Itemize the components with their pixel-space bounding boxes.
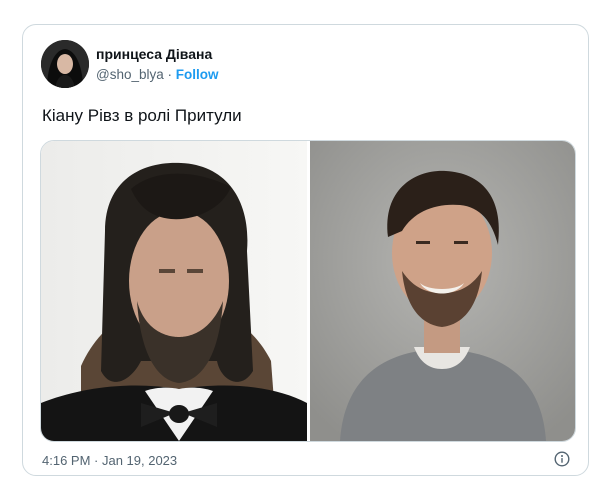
author-handle-line: @sho_blya · Follow [96,67,219,82]
author-display-name[interactable]: принцеса Дівана [96,46,212,62]
info-icon-svg [554,451,570,467]
tweet-timestamp[interactable]: 4:16 PM · Jan 19, 2023 [42,453,177,468]
handle-separator: · [163,67,176,82]
photo-left[interactable] [41,141,307,441]
author-avatar[interactable] [41,40,89,88]
photo-right[interactable] [310,141,575,441]
tweet-text: Кіану Рівз в ролі Притули [42,106,242,125]
follow-button[interactable]: Follow [176,67,219,82]
tweet-media[interactable] [40,140,576,442]
author-handle[interactable]: @sho_blya [96,67,164,82]
info-circle-icon[interactable] [554,451,570,467]
avatar-image [41,40,89,88]
